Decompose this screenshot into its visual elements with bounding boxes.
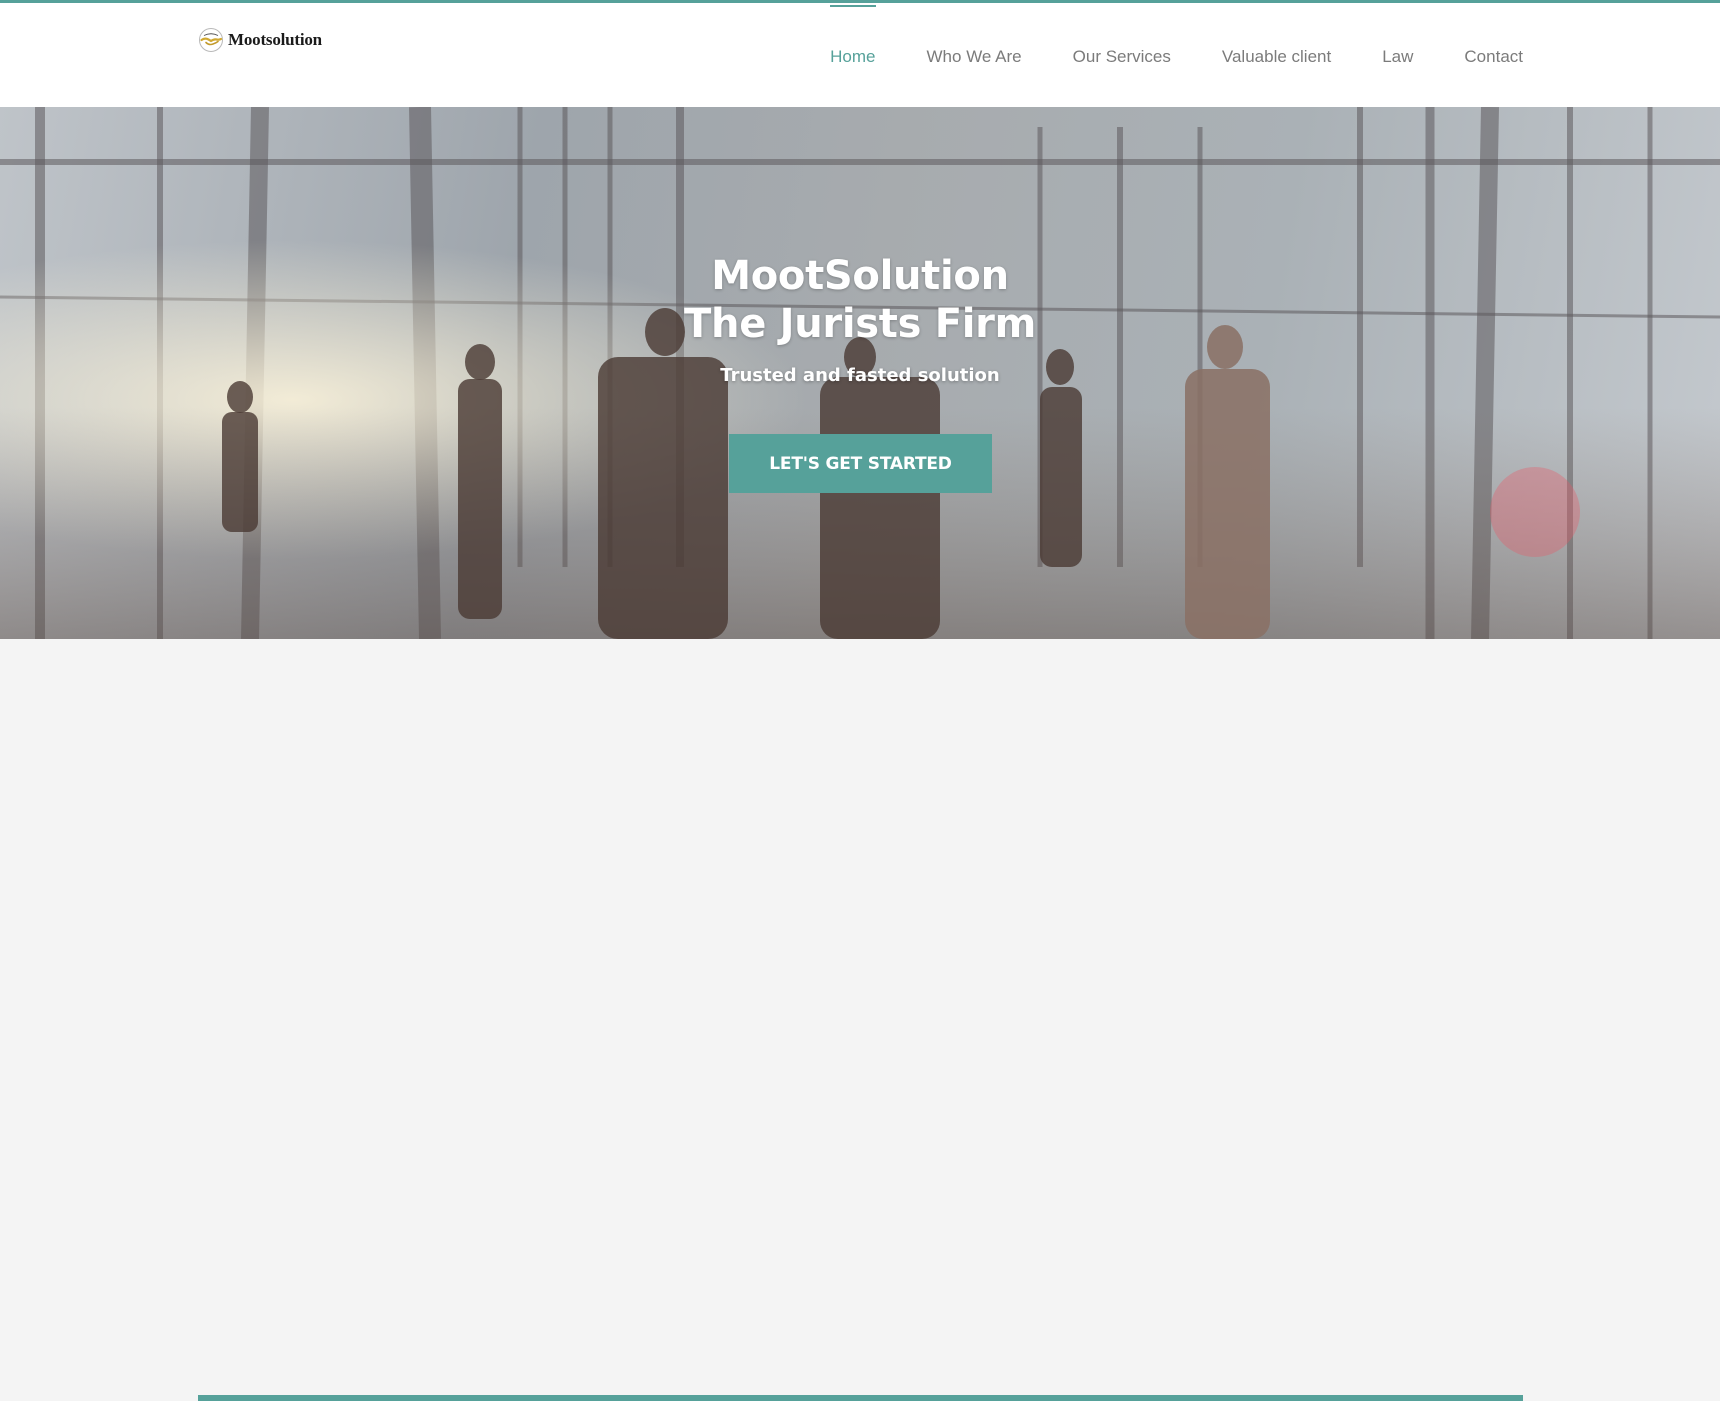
hero-title-line-2: The Jurists Firm [684, 301, 1036, 347]
handshake-seal-icon [199, 28, 223, 52]
hero-content: MootSolution The Jurists Firm Trusted an… [0, 107, 1720, 639]
site-header: Mootsolution Home Who We Are Our Service… [0, 3, 1720, 107]
main-nav: Home Who We Are Our Services Valuable cl… [830, 3, 1523, 107]
brand-name: Mootsolution [228, 30, 322, 49]
nav-item-valuable-client[interactable]: Valuable client [1222, 3, 1331, 67]
section-accent-bar [198, 1395, 1523, 1401]
nav-item-who-we-are[interactable]: Who We Are [927, 3, 1022, 67]
hero-section: MootSolution The Jurists Firm Trusted an… [0, 107, 1720, 639]
nav-item-law[interactable]: Law [1382, 3, 1413, 67]
nav-item-contact[interactable]: Contact [1464, 3, 1523, 67]
get-started-button[interactable]: LET'S GET STARTED [729, 434, 992, 493]
nav-item-our-services[interactable]: Our Services [1073, 3, 1171, 67]
nav-item-home[interactable]: Home [830, 3, 876, 67]
hero-title: MootSolution The Jurists Firm [0, 252, 1720, 348]
hero-subtitle: Trusted and fasted solution [720, 365, 1000, 386]
content-section [0, 639, 1720, 1401]
site-logo[interactable]: Mootsolution [198, 27, 322, 53]
hero-title-line-1: MootSolution [711, 253, 1009, 299]
